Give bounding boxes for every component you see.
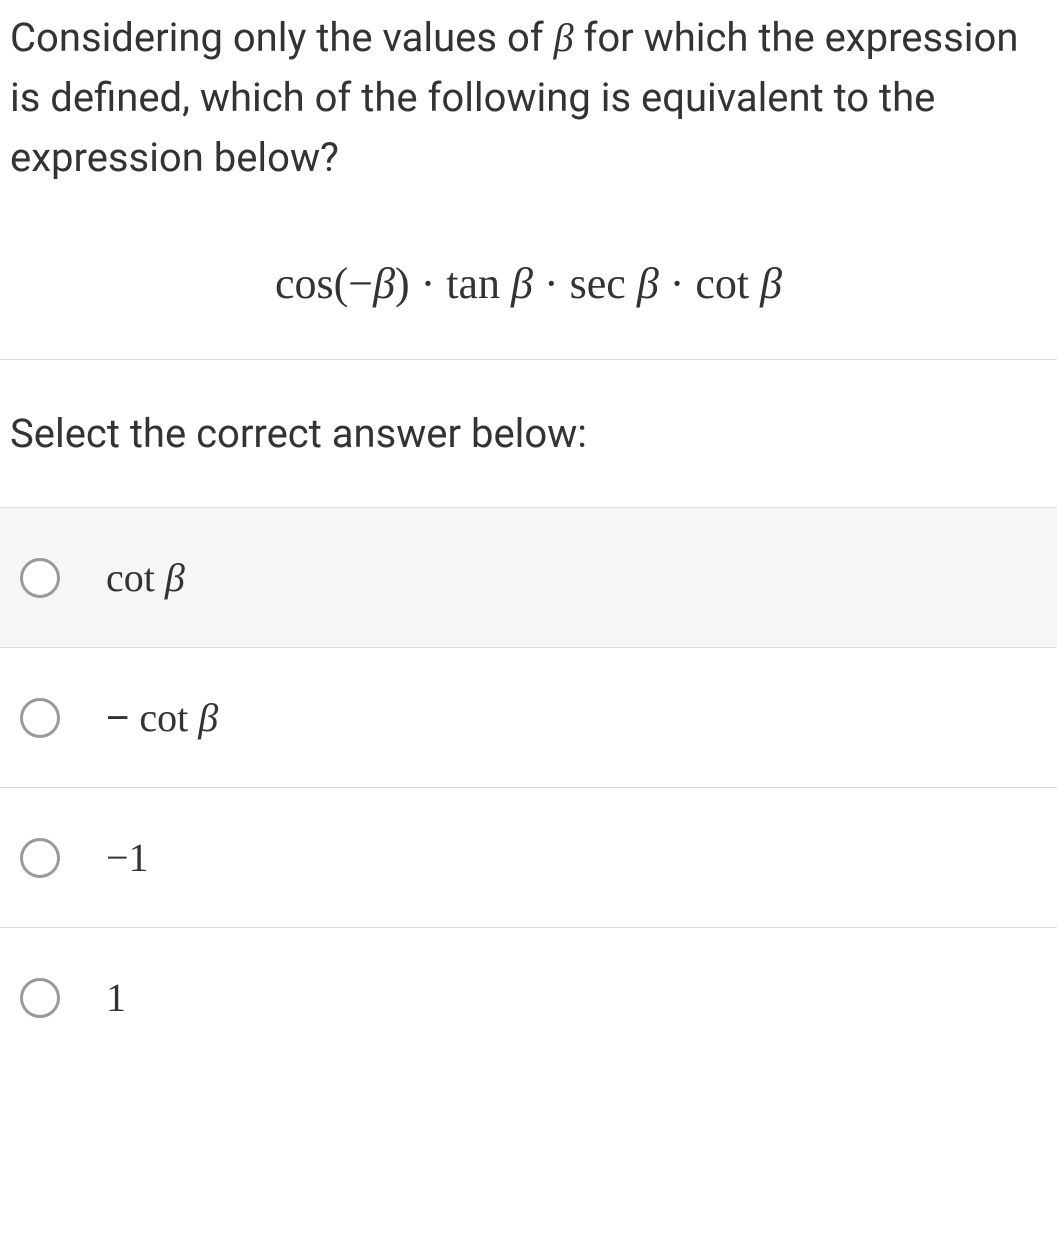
option-row[interactable]: −1 [0,788,1057,928]
option-label: − cot β [106,694,218,741]
answer-prompt: Select the correct answer below: [0,360,1057,507]
radio-icon [20,978,60,1018]
stem-variable: β [554,15,574,60]
stem-part-1: Considering only the values of [10,14,554,61]
option-row[interactable]: − cot β [0,648,1057,788]
question-stem: Considering only the values of β for whi… [0,0,1057,228]
radio-icon [20,558,60,598]
radio-icon [20,838,60,878]
option-label: cot β [106,554,185,601]
option-row[interactable]: cot β [0,508,1057,648]
option-row[interactable]: 1 [0,928,1057,1067]
math-expression: cos(−β) · tan β · sec β · cot β [0,228,1057,359]
radio-icon [20,698,60,738]
option-label: −1 [106,834,149,881]
options-list: cot β − cot β −1 1 [0,507,1057,1067]
option-label: 1 [106,974,126,1021]
